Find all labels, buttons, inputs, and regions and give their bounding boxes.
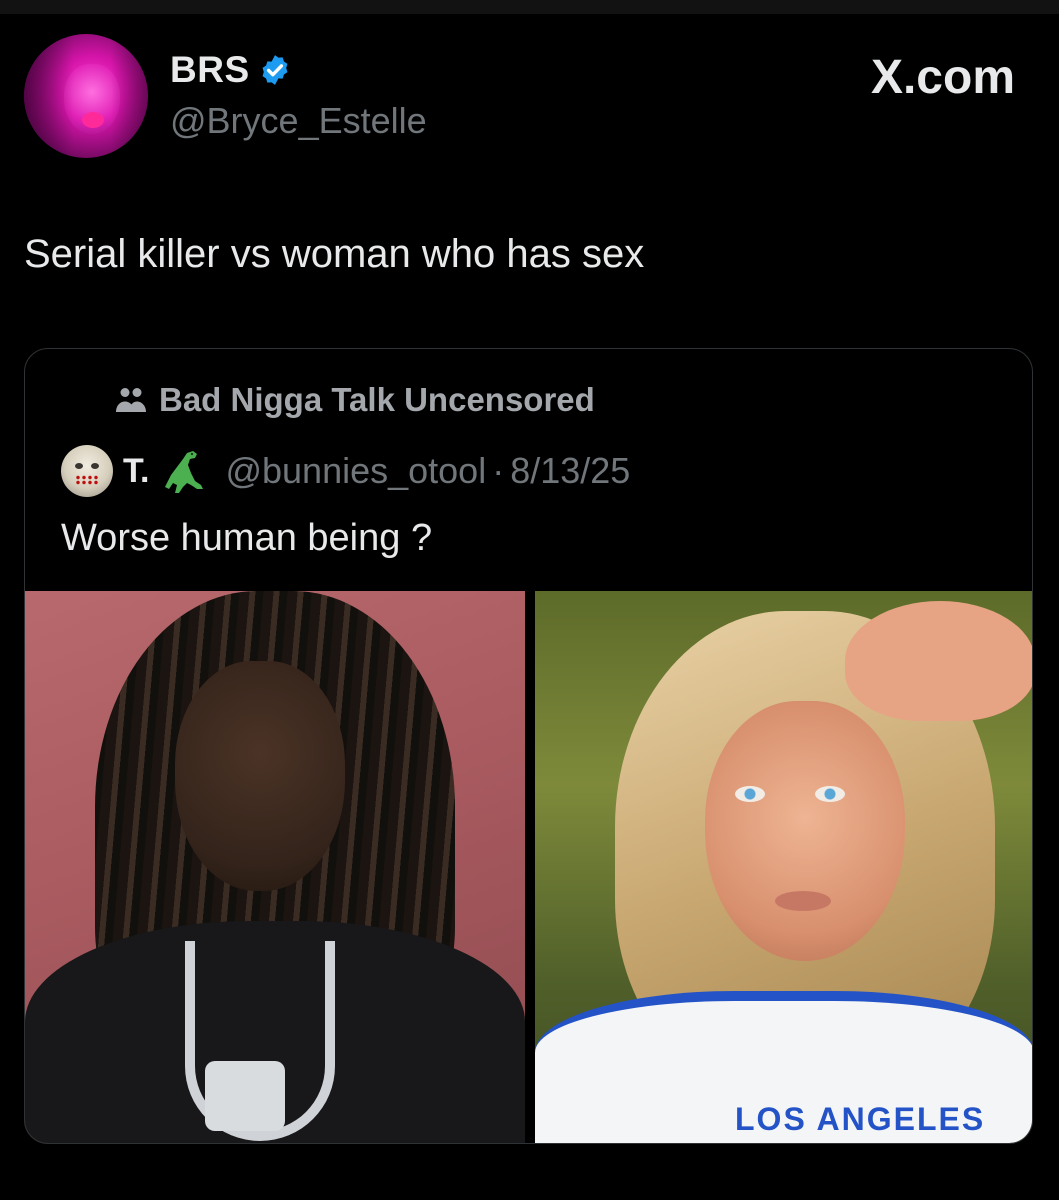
photo-right-eye-left (735, 786, 765, 802)
quoted-photo-right[interactable]: LOS ANGELES (535, 591, 1032, 1143)
photo-right-lips (775, 891, 831, 911)
quoted-post-card[interactable]: Bad Nigga Talk Uncensored T. @bunnies_ot… (24, 348, 1033, 1144)
mask-eye-right (91, 463, 99, 469)
quoted-author-handle[interactable]: @bunnies_otool (225, 450, 486, 492)
community-icon (116, 388, 146, 412)
author-name-row: BRS (170, 48, 292, 92)
verified-badge-icon (262, 55, 288, 85)
quoted-post-text: Worse human being ? (61, 517, 433, 559)
photo-right-shirt-text: LOS ANGELES (735, 1101, 986, 1137)
quoted-post-date[interactable]: 8/13/25 (510, 450, 630, 492)
photo-left-pendant (205, 1061, 285, 1131)
top-strip (0, 0, 1059, 14)
mask-dots (75, 475, 99, 485)
separator-dot: · (492, 450, 505, 491)
photo-right-hand (845, 601, 1032, 721)
mask-eye-left (75, 463, 83, 469)
author-handle[interactable]: @Bryce_Estelle (170, 100, 427, 142)
community-name: Bad Nigga Talk Uncensored (159, 381, 595, 418)
photo-right-face (705, 701, 905, 961)
quoted-photo-left[interactable] (25, 591, 525, 1143)
photo-left-face (175, 661, 345, 891)
avatar-shade (24, 34, 148, 158)
quoted-author-avatar[interactable] (61, 445, 113, 497)
tweet-text: Serial killer vs woman who has sex (24, 232, 645, 276)
photo-right-eye-right (815, 786, 845, 802)
author-display-name[interactable]: BRS (170, 49, 250, 91)
community-row[interactable]: Bad Nigga Talk Uncensored (113, 381, 595, 419)
brand-label: X.com (870, 51, 1015, 104)
author-avatar[interactable] (24, 34, 148, 158)
quoted-author-name[interactable]: T. (123, 452, 149, 491)
quoted-author-row: T. @bunnies_otool · 8/13/25 (61, 445, 630, 497)
dinosaur-icon (165, 451, 204, 493)
